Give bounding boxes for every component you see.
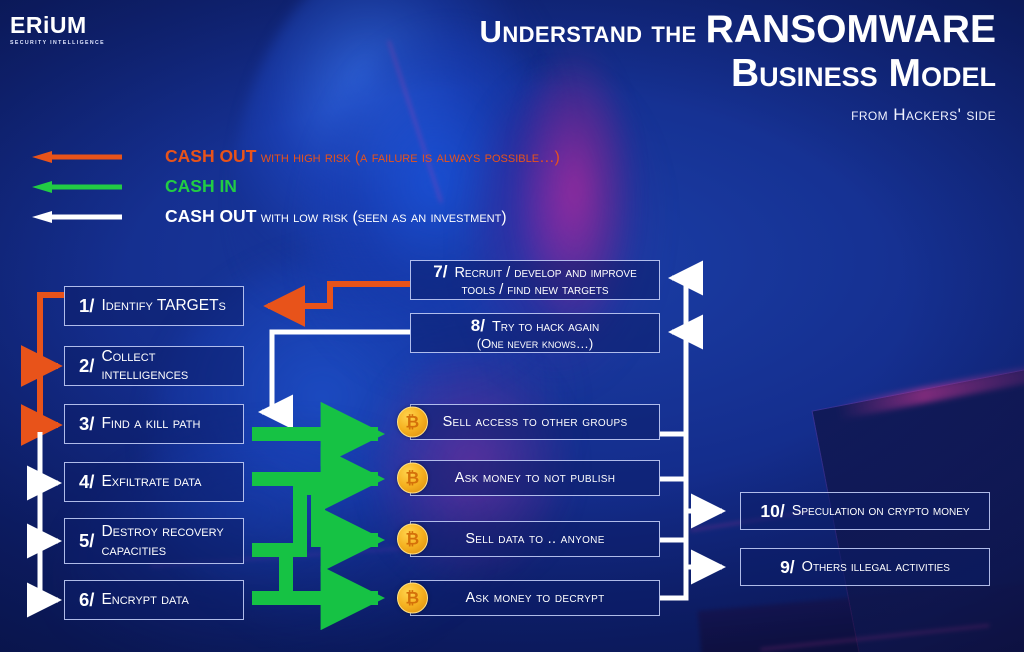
legend-label-cash-out-high-risk: CASH OUT with high risk (a failure is al… [165,142,560,172]
legend-arrow-green-icon [32,181,122,193]
legend-label-cash-out-low-risk: CASH OUT with low risk (seen as an inves… [165,202,507,232]
bitcoin-icon: ₿ [397,582,428,614]
step-label: Encrypt data [101,591,189,608]
step-box-8-try-to-hack-again[interactable]: 8/Try to hack again (One never knows…) [410,313,660,353]
step-label: Identify TARGETs [101,297,226,314]
step-8-line-2: (One never knows…) [476,335,594,351]
step-7-line-1: 7/Recruit / develop and improve [433,262,637,282]
step-label: Speculation on crypto money [791,503,970,519]
step-label: Find a kill path [101,415,201,432]
step-box-9-others-illegal-activities[interactable]: 9/ Others illegal activities [740,548,990,586]
step-label: Exfiltrate data [101,473,202,490]
wire-white-right-bus [660,260,727,601]
monetization-label: Ask money to not publish [454,470,616,486]
step-8-line-1: 8/Try to hack again [471,316,599,336]
wire-white-left-bus-to-steps-4-5-6 [27,432,63,618]
step-label: Try to hack again [491,318,600,335]
step-box-1-identify-targets[interactable]: 1/ Identify TARGETs [64,286,244,326]
monetization-box-sell-access[interactable]: ₿ Sell access to other groups [397,404,660,440]
legend-item-cash-out-low-risk: CASH OUT with low risk (seen as an inves… [30,202,670,232]
bitcoin-icon: ₿ [397,406,428,438]
monetization-box-ask-money-not-publish[interactable]: ₿ Ask money to not publish [397,460,660,496]
monetization-box-ask-money-decrypt[interactable]: ₿ Ask money to decrypt [397,580,660,616]
legend-arrow-white-icon [32,211,122,223]
brand-name: ERiUM [10,12,87,38]
step-label: Destroy recovery [101,522,224,540]
step-box-2-collect-intelligences[interactable]: 2/ Collect intelligences [64,346,244,386]
legend-strong: CASH IN [165,176,237,196]
step-number: 3/ [79,413,95,434]
step-box-6-encrypt-data[interactable]: 6/ Encrypt data [64,580,244,620]
step-number: 1/ [79,295,95,316]
step-label-wrap: Destroy recovery capacities [101,522,223,561]
step-label: Others illegal activities [801,559,950,575]
bitcoin-icon: ₿ [397,523,428,555]
infographic-canvas: ERiUM SECURITY INTELLIGENCE Understand t… [0,0,1024,652]
title-line-1-lead: Understand the [479,14,697,49]
step-label-line2: capacities [101,542,167,559]
brand-logo: ERiUM SECURITY INTELLIGENCE [10,12,106,47]
monetization-label: Ask money to decrypt [465,590,605,606]
monetization-box-sell-data[interactable]: ₿ Sell data to .. anyone [397,521,660,557]
legend-arrow-orange-icon [32,151,122,163]
step-box-10-speculation-crypto[interactable]: 10/ Speculation on crypto money [740,492,990,530]
legend-label-cash-in: CASH IN [165,172,237,202]
monetization-label: Sell data to .. anyone [465,531,605,547]
legend-strong: CASH OUT [165,146,257,166]
step-label: Recruit / develop and improve [454,265,637,281]
legend-item-cash-out-high-risk: CASH OUT with high risk (a failure is al… [30,142,670,172]
step-box-3-find-a-kill-path[interactable]: 3/ Find a kill path [64,404,244,444]
legend: CASH OUT with high risk (a failure is al… [30,142,670,232]
legend-strong: CASH OUT [165,206,257,226]
step-number: 5/ [79,530,95,551]
title-line-1-emphasis: RANSOMWARE [705,8,996,51]
legend-rest: with high risk (a failure is always poss… [260,149,560,166]
legend-item-cash-in: CASH IN [30,172,670,202]
step-label: Collect intelligences [101,348,189,383]
title-subtitle: from Hackers' side [851,104,996,124]
step-number: 8/ [470,315,485,335]
step-number: 7/ [433,262,448,281]
brand-tagline: SECURITY INTELLIGENCE [10,40,106,46]
title-line-1: Understand the RANSOMWARE [336,8,996,51]
step-box-5-destroy-recovery-capacities[interactable]: 5/ Destroy recovery capacities [64,518,244,564]
title-line-2: Business Model [730,52,996,96]
bitcoin-icon: ₿ [397,462,428,494]
step-number: 6/ [79,589,95,610]
page-title: Understand the RANSOMWARE Business Model… [336,8,996,125]
wire-orange-step1-to-steps-2-3 [20,292,64,446]
step-number: 2/ [79,355,95,376]
step-7-line-2: tools / find new targets [461,282,609,298]
step-number: 4/ [79,471,95,492]
monetization-label: Sell access to other groups [442,414,628,430]
step-box-7-recruit-develop-improve[interactable]: 7/Recruit / develop and improve tools / … [410,260,660,300]
step-number: 9/ [780,556,795,577]
step-box-4-exfiltrate-data[interactable]: 4/ Exfiltrate data [64,462,244,502]
step-number: 10/ [760,500,785,521]
legend-rest: with low risk (seen as an investment) [260,209,507,226]
